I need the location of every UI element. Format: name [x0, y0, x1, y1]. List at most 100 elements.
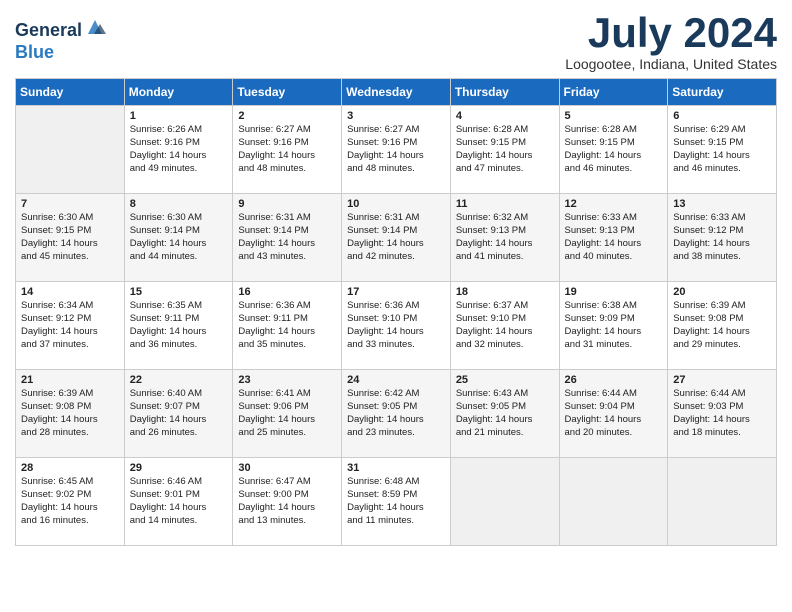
calendar-cell: 1Sunrise: 6:26 AMSunset: 9:16 PMDaylight… — [124, 106, 233, 194]
day-header-tuesday: Tuesday — [233, 79, 342, 106]
day-number: 28 — [21, 462, 119, 474]
day-number: 15 — [130, 286, 228, 298]
cell-content: Sunrise: 6:30 AMSunset: 9:14 PMDaylight:… — [130, 212, 228, 263]
calendar-cell: 19Sunrise: 6:38 AMSunset: 9:09 PMDayligh… — [559, 282, 668, 370]
day-number: 18 — [456, 286, 554, 298]
calendar-cell: 8 Sunrise: 6:30 AMSunset: 9:14 PMDaylight… — [124, 194, 233, 282]
calendar-cell: 30 Sunrise: 6:47 AMSunset: 9:00 PMDayligh… — [233, 458, 342, 546]
cell-content: Sunrise: 6:27 AMSunset: 9:16 PMDaylight:… — [238, 124, 336, 175]
calendar-cell: 7 Sunrise: 6:30 AMSunset: 9:15 PMDaylight… — [16, 194, 125, 282]
day-number: 27 — [673, 374, 771, 386]
day-header-friday: Friday — [559, 79, 668, 106]
calendar-cell — [450, 458, 559, 546]
calendar-cell: 5 Sunrise: 6:28 AMSunset: 9:15 PMDaylight… — [559, 106, 668, 194]
calendar-cell: 18 Sunrise: 6:37 AMSunset: 9:10 PMDayligh… — [450, 282, 559, 370]
logo-general: General — [15, 21, 82, 41]
day-number: 13 — [673, 198, 771, 210]
cell-content: Sunrise: 6:32 AMSunset: 9:13 PMDaylight:… — [456, 212, 554, 263]
cell-content: Sunrise: 6:36 AMSunset: 9:10 PMDaylight:… — [347, 300, 445, 351]
cell-content: Sunrise: 6:47 AMSunset: 9:00 PMDaylight:… — [238, 476, 336, 527]
calendar-cell: 6Sunrise: 6:29 AMSunset: 9:15 PMDaylight… — [668, 106, 777, 194]
calendar-cell: 15 Sunrise: 6:35 AMSunset: 9:11 PMDayligh… — [124, 282, 233, 370]
cell-content: Sunrise: 6:36 AMSunset: 9:11 PMDaylight:… — [238, 300, 336, 351]
calendar-cell: 20 Sunrise: 6:39 AMSunset: 9:08 PMDayligh… — [668, 282, 777, 370]
calendar-cell: 21 Sunrise: 6:39 AMSunset: 9:08 PMDayligh… — [16, 370, 125, 458]
day-number: 4 — [456, 110, 554, 122]
calendar-week-row: 14 Sunrise: 6:34 AMSunset: 9:12 PMDayligh… — [16, 282, 777, 370]
day-header-wednesday: Wednesday — [342, 79, 451, 106]
cell-content: Sunrise: 6:31 AMSunset: 9:14 PMDaylight:… — [238, 212, 336, 263]
calendar-week-row: 1Sunrise: 6:26 AMSunset: 9:16 PMDaylight… — [16, 106, 777, 194]
cell-content: Sunrise: 6:43 AMSunset: 9:05 PMDaylight:… — [456, 388, 554, 439]
day-number: 31 — [347, 462, 445, 474]
calendar-cell: 31 Sunrise: 6:48 AMSunset: 8:59 PMDayligh… — [342, 458, 451, 546]
day-number: 24 — [347, 374, 445, 386]
day-number: 26 — [565, 374, 663, 386]
calendar-cell: 26 Sunrise: 6:44 AMSunset: 9:04 PMDayligh… — [559, 370, 668, 458]
day-number: 20 — [673, 286, 771, 298]
cell-content: Sunrise: 6:33 AMSunset: 9:12 PMDaylight:… — [673, 212, 771, 263]
day-number: 2 — [238, 110, 336, 122]
day-number: 17 — [347, 286, 445, 298]
calendar-cell: 11Sunrise: 6:32 AMSunset: 9:13 PMDayligh… — [450, 194, 559, 282]
cell-content: Sunrise: 6:33 AMSunset: 9:13 PMDaylight:… — [565, 212, 663, 263]
cell-content: Sunrise: 6:31 AMSunset: 9:14 PMDaylight:… — [347, 212, 445, 263]
month-title: July 2024 — [565, 10, 777, 56]
calendar-cell: 28Sunrise: 6:45 AMSunset: 9:02 PMDayligh… — [16, 458, 125, 546]
day-number: 9 — [238, 198, 336, 210]
calendar-week-row: 7 Sunrise: 6:30 AMSunset: 9:15 PMDaylight… — [16, 194, 777, 282]
calendar-cell: 23 Sunrise: 6:41 AMSunset: 9:06 PMDayligh… — [233, 370, 342, 458]
day-header-thursday: Thursday — [450, 79, 559, 106]
logo-blue: Blue — [15, 43, 54, 63]
cell-content: Sunrise: 6:40 AMSunset: 9:07 PMDaylight:… — [130, 388, 228, 439]
cell-content: Sunrise: 6:46 AMSunset: 9:01 PMDaylight:… — [130, 476, 228, 527]
day-number: 10 — [347, 198, 445, 210]
day-number: 6 — [673, 110, 771, 122]
cell-content: Sunrise: 6:48 AMSunset: 8:59 PMDaylight:… — [347, 476, 445, 527]
title-section: July 2024 Loogootee, Indiana, United Sta… — [565, 10, 777, 72]
logo-icon — [84, 16, 106, 38]
calendar-cell: 27Sunrise: 6:44 AMSunset: 9:03 PMDayligh… — [668, 370, 777, 458]
cell-content: Sunrise: 6:39 AMSunset: 9:08 PMDaylight:… — [673, 300, 771, 351]
calendar-cell: 12 Sunrise: 6:33 AMSunset: 9:13 PMDayligh… — [559, 194, 668, 282]
cell-content: Sunrise: 6:28 AMSunset: 9:15 PMDaylight:… — [456, 124, 554, 175]
day-number: 8 — [130, 198, 228, 210]
day-number: 29 — [130, 462, 228, 474]
day-number: 12 — [565, 198, 663, 210]
cell-content: Sunrise: 6:28 AMSunset: 9:15 PMDaylight:… — [565, 124, 663, 175]
day-number: 7 — [21, 198, 119, 210]
cell-content: Sunrise: 6:37 AMSunset: 9:10 PMDaylight:… — [456, 300, 554, 351]
day-number: 23 — [238, 374, 336, 386]
calendar-week-row: 21 Sunrise: 6:39 AMSunset: 9:08 PMDayligh… — [16, 370, 777, 458]
calendar-cell: 17 Sunrise: 6:36 AMSunset: 9:10 PMDayligh… — [342, 282, 451, 370]
cell-content: Sunrise: 6:44 AMSunset: 9:04 PMDaylight:… — [565, 388, 663, 439]
day-number: 30 — [238, 462, 336, 474]
day-number: 19 — [565, 286, 663, 298]
calendar-cell: 4 Sunrise: 6:28 AMSunset: 9:15 PMDaylight… — [450, 106, 559, 194]
cell-content: Sunrise: 6:34 AMSunset: 9:12 PMDaylight:… — [21, 300, 119, 351]
cell-content: Sunrise: 6:27 AMSunset: 9:16 PMDaylight:… — [347, 124, 445, 175]
day-number: 22 — [130, 374, 228, 386]
calendar-cell: 14 Sunrise: 6:34 AMSunset: 9:12 PMDayligh… — [16, 282, 125, 370]
page-header: General Blue July 2024 Loogootee, Indian… — [15, 10, 777, 72]
calendar-cell: 29 Sunrise: 6:46 AMSunset: 9:01 PMDayligh… — [124, 458, 233, 546]
cell-content: Sunrise: 6:26 AMSunset: 9:16 PMDaylight:… — [130, 124, 228, 175]
cell-content: Sunrise: 6:35 AMSunset: 9:11 PMDaylight:… — [130, 300, 228, 351]
calendar-cell: 2 Sunrise: 6:27 AMSunset: 9:16 PMDaylight… — [233, 106, 342, 194]
day-number: 21 — [21, 374, 119, 386]
day-header-sunday: Sunday — [16, 79, 125, 106]
day-number: 25 — [456, 374, 554, 386]
day-header-monday: Monday — [124, 79, 233, 106]
day-number: 3 — [347, 110, 445, 122]
day-number: 5 — [565, 110, 663, 122]
cell-content: Sunrise: 6:30 AMSunset: 9:15 PMDaylight:… — [21, 212, 119, 263]
cell-content: Sunrise: 6:41 AMSunset: 9:06 PMDaylight:… — [238, 388, 336, 439]
calendar-cell: 10 Sunrise: 6:31 AMSunset: 9:14 PMDayligh… — [342, 194, 451, 282]
calendar-header-row: SundayMondayTuesdayWednesdayThursdayFrid… — [16, 79, 777, 106]
day-number: 14 — [21, 286, 119, 298]
calendar-cell — [559, 458, 668, 546]
calendar-cell: 22 Sunrise: 6:40 AMSunset: 9:07 PMDayligh… — [124, 370, 233, 458]
cell-content: Sunrise: 6:39 AMSunset: 9:08 PMDaylight:… — [21, 388, 119, 439]
calendar-week-row: 28Sunrise: 6:45 AMSunset: 9:02 PMDayligh… — [16, 458, 777, 546]
calendar-table: SundayMondayTuesdayWednesdayThursdayFrid… — [15, 78, 777, 546]
